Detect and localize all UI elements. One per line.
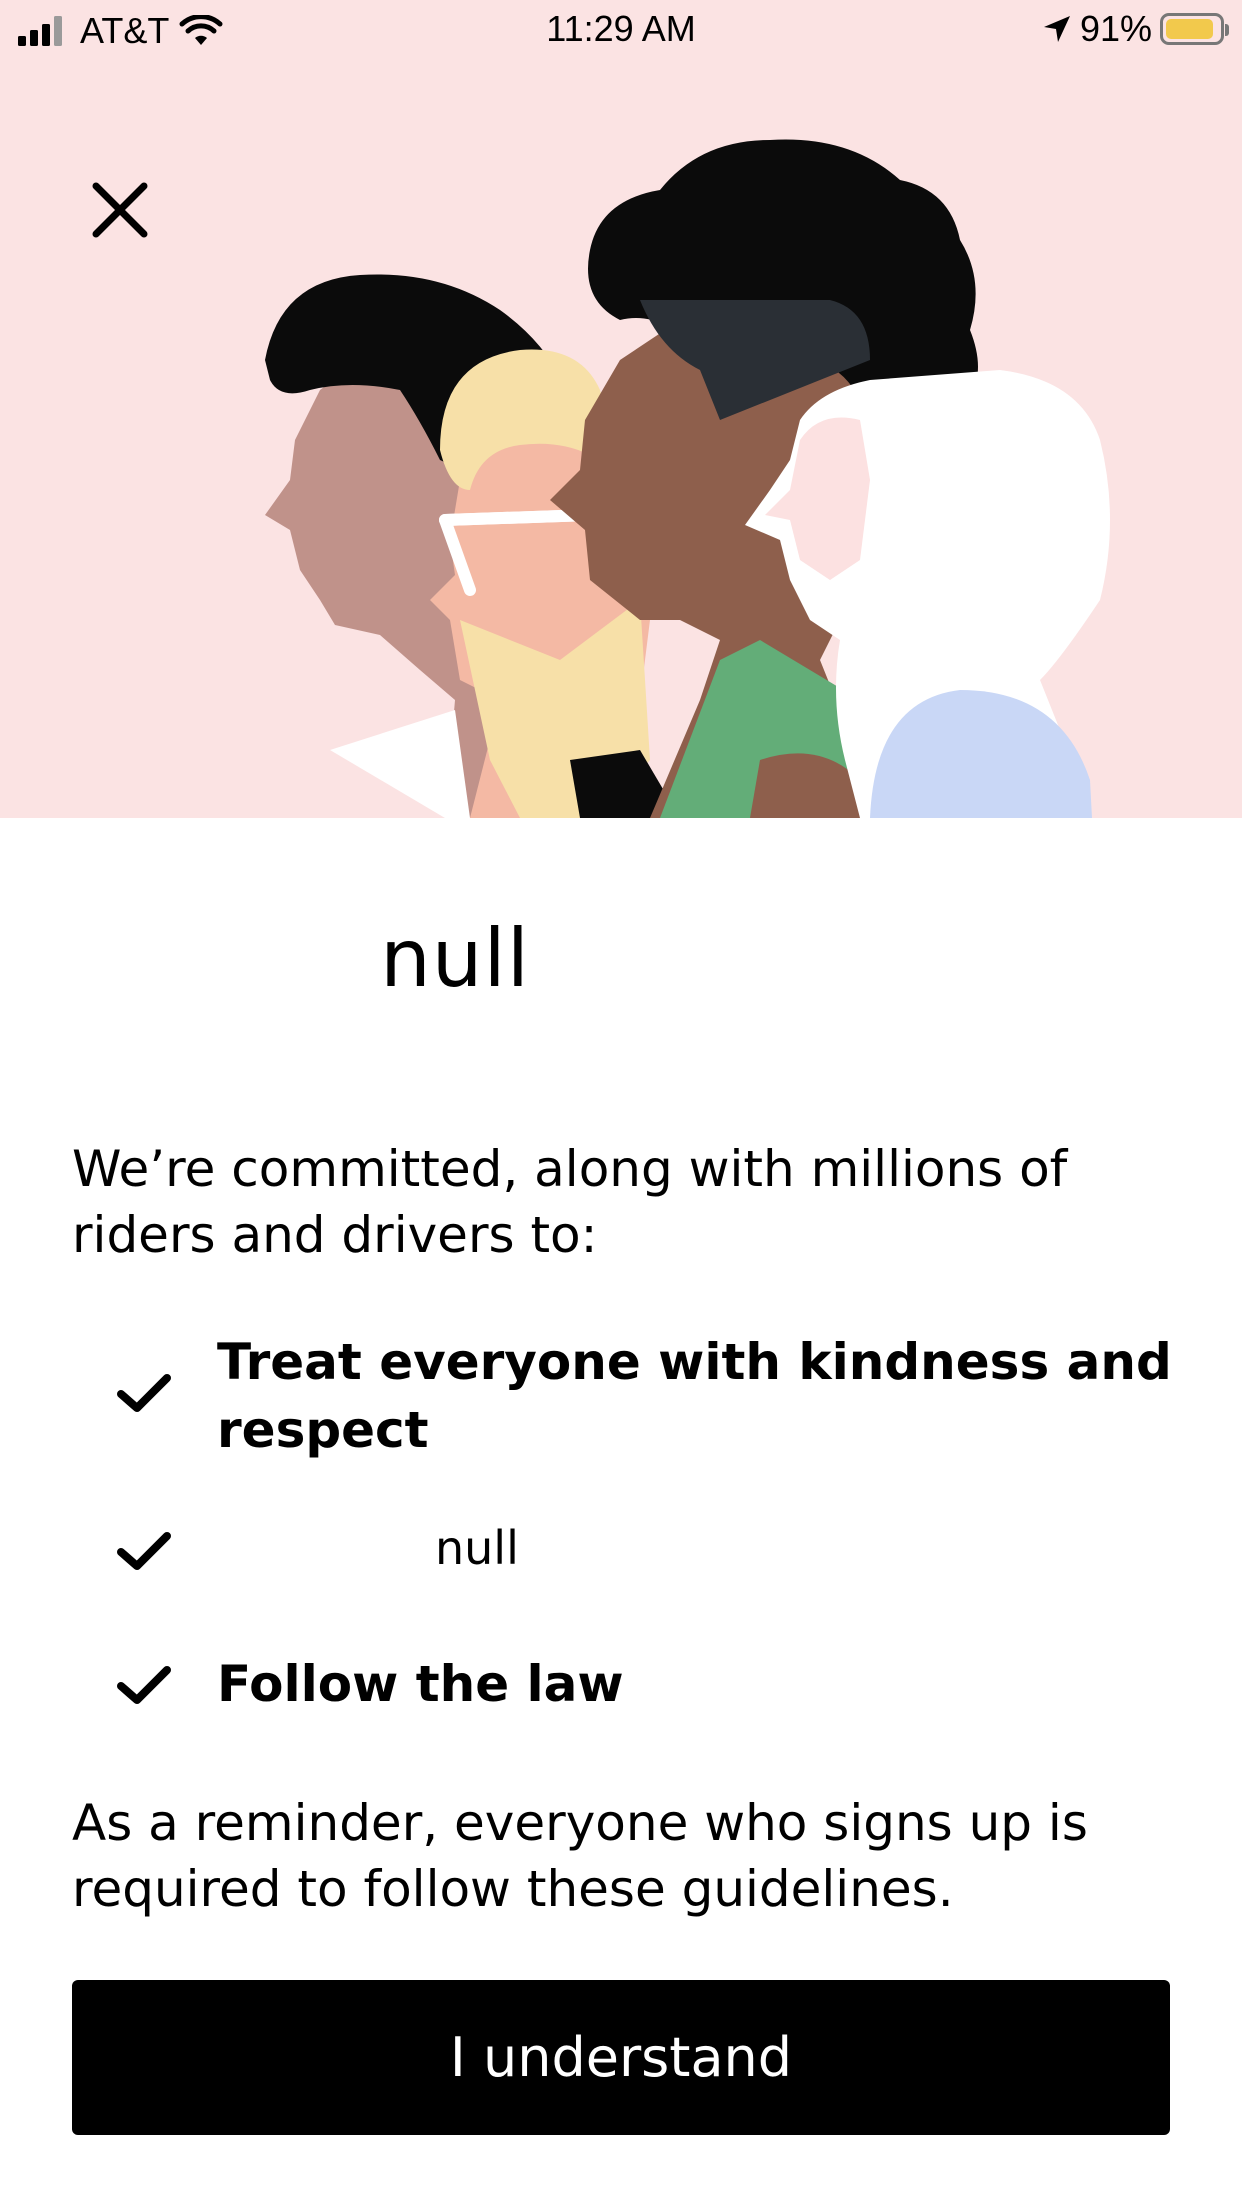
check-icon xyxy=(117,1374,171,1412)
location-arrow-icon xyxy=(1043,16,1070,42)
i-understand-button[interactable]: I understand xyxy=(72,1980,1170,2135)
hero-illustration xyxy=(0,60,1242,818)
reminder-text: As a reminder, everyone who signs up is … xyxy=(72,1794,1088,1918)
battery-percent: 91% xyxy=(1079,8,1152,49)
checklist-text: Treat everyone with kindness and respect xyxy=(217,1333,1172,1459)
intro-text: We’re committed, along with millions of … xyxy=(72,1140,1068,1264)
status-bar: AT&T 11:29 AM 91% xyxy=(0,0,1242,60)
check-icon xyxy=(117,1666,171,1704)
close-icon xyxy=(92,182,148,238)
page-title: null xyxy=(380,912,530,1005)
close-button[interactable] xyxy=(80,170,160,250)
status-right: 91% xyxy=(1042,8,1229,50)
screen: AT&T 11:29 AM 91% null We’re committed, … xyxy=(0,0,1242,2208)
battery-icon xyxy=(1160,13,1229,45)
battery-fill xyxy=(1166,19,1213,39)
checklist-text: null xyxy=(435,1521,519,1575)
checklist-text: Follow the law xyxy=(217,1655,624,1713)
people-profiles-illustration xyxy=(265,139,1110,818)
check-icon xyxy=(117,1532,171,1570)
